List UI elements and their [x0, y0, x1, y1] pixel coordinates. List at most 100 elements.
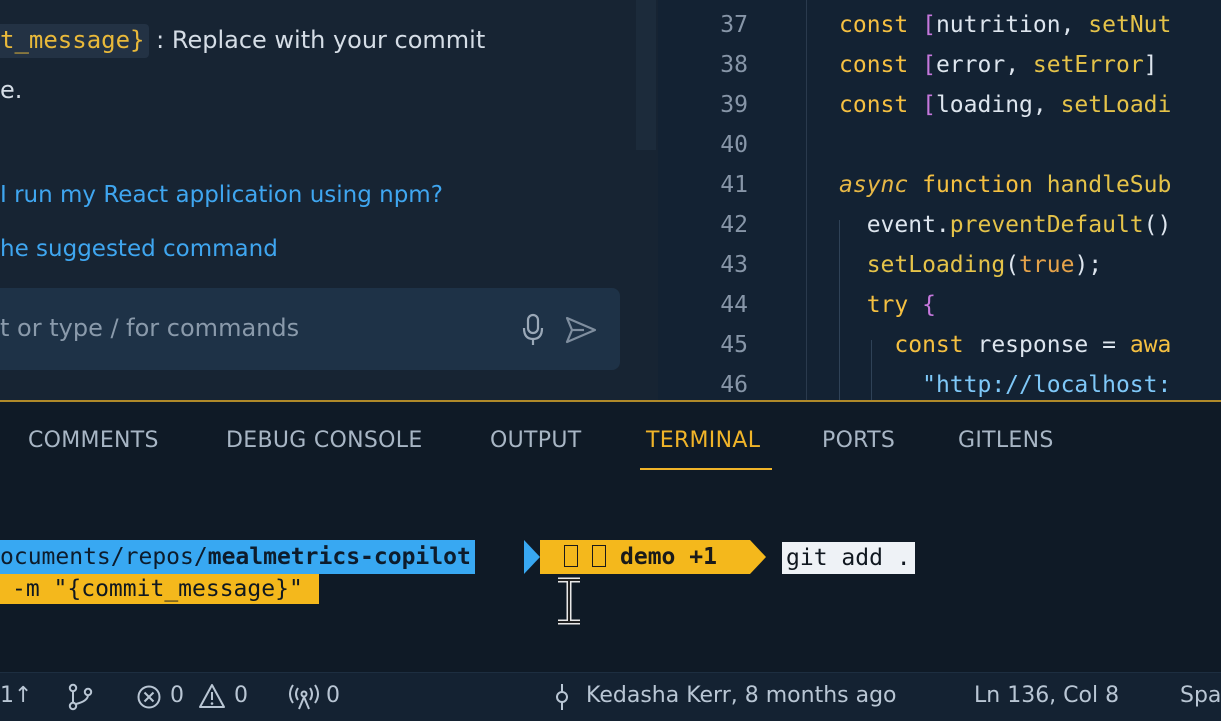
code-line[interactable]: 39 const [loading, setLoadi [658, 92, 1221, 132]
line-code: const response = awa [839, 332, 1171, 358]
line-code: setLoading(true); [839, 252, 1102, 278]
tab-gitlens[interactable]: GITLENS [958, 428, 1054, 453]
code-line[interactable]: 43 setLoading(true); [658, 252, 1221, 292]
line-number: 46 [720, 372, 748, 398]
code-token: try [866, 292, 923, 318]
code-line[interactable]: 37 const [nutrition, setNut [658, 12, 1221, 52]
tab-terminal[interactable]: TERMINAL [646, 428, 760, 453]
line-code: const [loading, setLoadi [839, 92, 1171, 118]
code-line[interactable]: 42 event.preventDefault() [658, 212, 1221, 252]
send-icon[interactable] [564, 314, 598, 346]
code-line[interactable]: 40 [658, 132, 1221, 172]
text-cursor-icon [558, 577, 580, 625]
warning-icon[interactable] [198, 683, 226, 709]
line-code: const [nutrition, setNut [839, 12, 1171, 38]
source-control-icon[interactable] [66, 683, 96, 711]
line-number: 44 [720, 292, 748, 318]
code-token: ); [1074, 252, 1103, 278]
git-commit-icon[interactable] [552, 683, 572, 711]
line-number: 40 [720, 132, 748, 158]
branch-glyph-icon [592, 545, 606, 567]
chat-input[interactable]: t or type / for commands [0, 288, 620, 370]
git-glyph-icon [564, 545, 578, 567]
line-number: 43 [720, 252, 748, 278]
code-token: { [922, 292, 936, 318]
line-code: "http://localhost: [839, 372, 1171, 398]
code-token: [ [922, 52, 936, 78]
chat-response-text: : Replace with your commit [148, 26, 486, 54]
code-line[interactable]: 44 try { [658, 292, 1221, 332]
inline-code-chip: t_message} [0, 24, 149, 58]
indentation-setting[interactable]: Spa [1180, 683, 1221, 708]
code-editor[interactable]: 37 const [nutrition, setNut 38 const [error… [658, 0, 1221, 402]
line-code: event.preventDefault() [839, 212, 1172, 238]
prompt-repo-name: mealmetrics-copilot [207, 544, 471, 570]
terminal-command-flag: -m [12, 576, 54, 602]
code-line[interactable]: 38 const [error, setError] [658, 52, 1221, 92]
code-token: ( [1005, 252, 1020, 278]
broadcast-icon[interactable] [288, 683, 320, 711]
error-count[interactable]: 0 [170, 683, 184, 708]
git-blame-info[interactable]: Kedasha Kerr, 8 months ago [586, 683, 897, 708]
status-bar: 1↑ 0 0 0 Kedasha Kerr, 8 months ago Ln 1… [0, 672, 1221, 721]
code-token: loading, [935, 92, 1061, 118]
code-line[interactable]: 46 "http://localhost: [658, 372, 1221, 402]
code-line[interactable]: 45 const response = awa [658, 332, 1221, 372]
code-line[interactable]: 41 async function handleSub [658, 172, 1221, 212]
copilot-chat-panel: t_message} : Replace with your commit e.… [0, 0, 658, 402]
sync-status[interactable]: 1↑ [0, 683, 32, 708]
code-token: event. [839, 212, 950, 238]
code-token: function [922, 172, 1047, 198]
prompt-branch: demo +1 [620, 544, 717, 570]
terminal-command[interactable]: git add . [782, 542, 915, 574]
bottom-panel: COMMENTS DEBUG CONSOLE OUTPUT TERMINAL P… [0, 402, 1221, 672]
line-number: 41 [720, 172, 748, 198]
code-token: handleSub [1046, 172, 1172, 198]
code-token: setError [1032, 52, 1144, 78]
tab-ports[interactable]: PORTS [822, 428, 895, 453]
code-token: const [839, 12, 923, 38]
code-token: async [839, 172, 923, 198]
line-number: 37 [720, 12, 748, 38]
line-number: 39 [720, 92, 748, 118]
line-code: async function handleSub [839, 172, 1171, 198]
code-token: setLoadi [1060, 92, 1172, 118]
code-token: awa [1129, 332, 1172, 358]
chat-response-line-2: e. [0, 76, 23, 104]
active-tab-indicator [640, 468, 772, 470]
code-token: ] [1143, 52, 1172, 78]
code-token: const [839, 92, 923, 118]
code-token: const [894, 332, 978, 358]
tab-debug-console[interactable]: DEBUG CONSOLE [226, 428, 423, 453]
terminal-commit-message: "{commit_message}" [53, 576, 303, 602]
chat-input-placeholder: t or type / for commands [0, 314, 300, 342]
warning-count[interactable]: 0 [234, 683, 248, 708]
code-token: const [839, 52, 923, 78]
line-number: 38 [720, 52, 748, 78]
code-token: setNut [1088, 12, 1172, 38]
tab-output[interactable]: OUTPUT [490, 428, 581, 453]
line-code: try { [839, 292, 936, 318]
chat-scrollbar[interactable] [636, 0, 656, 150]
powerline-separator [524, 540, 540, 574]
error-icon[interactable] [136, 684, 162, 710]
powerline-separator-2 [750, 540, 766, 574]
code-token: preventDefault [949, 212, 1144, 238]
terminal-command-continuation[interactable]: -m "{commit_message}" [0, 574, 319, 604]
chat-response-line: t_message} : Replace with your commit [0, 24, 486, 58]
code-token: error, [935, 52, 1033, 78]
ports-count[interactable]: 0 [326, 683, 340, 708]
code-token: true [1019, 252, 1075, 278]
chat-followup-suggestion[interactable]: I run my React application using npm? [0, 182, 443, 208]
microphone-icon[interactable] [520, 312, 546, 348]
prompt-path-prefix: ocuments/repos/ [0, 544, 208, 570]
line-number: 45 [720, 332, 748, 358]
chat-followup-suggestion-2[interactable]: he suggested command [0, 236, 278, 262]
code-token: [ [922, 12, 936, 38]
cursor-position[interactable]: Ln 136, Col 8 [974, 683, 1119, 708]
tab-comments[interactable]: COMMENTS [28, 428, 159, 453]
code-token: "http://localhost: [922, 372, 1172, 398]
